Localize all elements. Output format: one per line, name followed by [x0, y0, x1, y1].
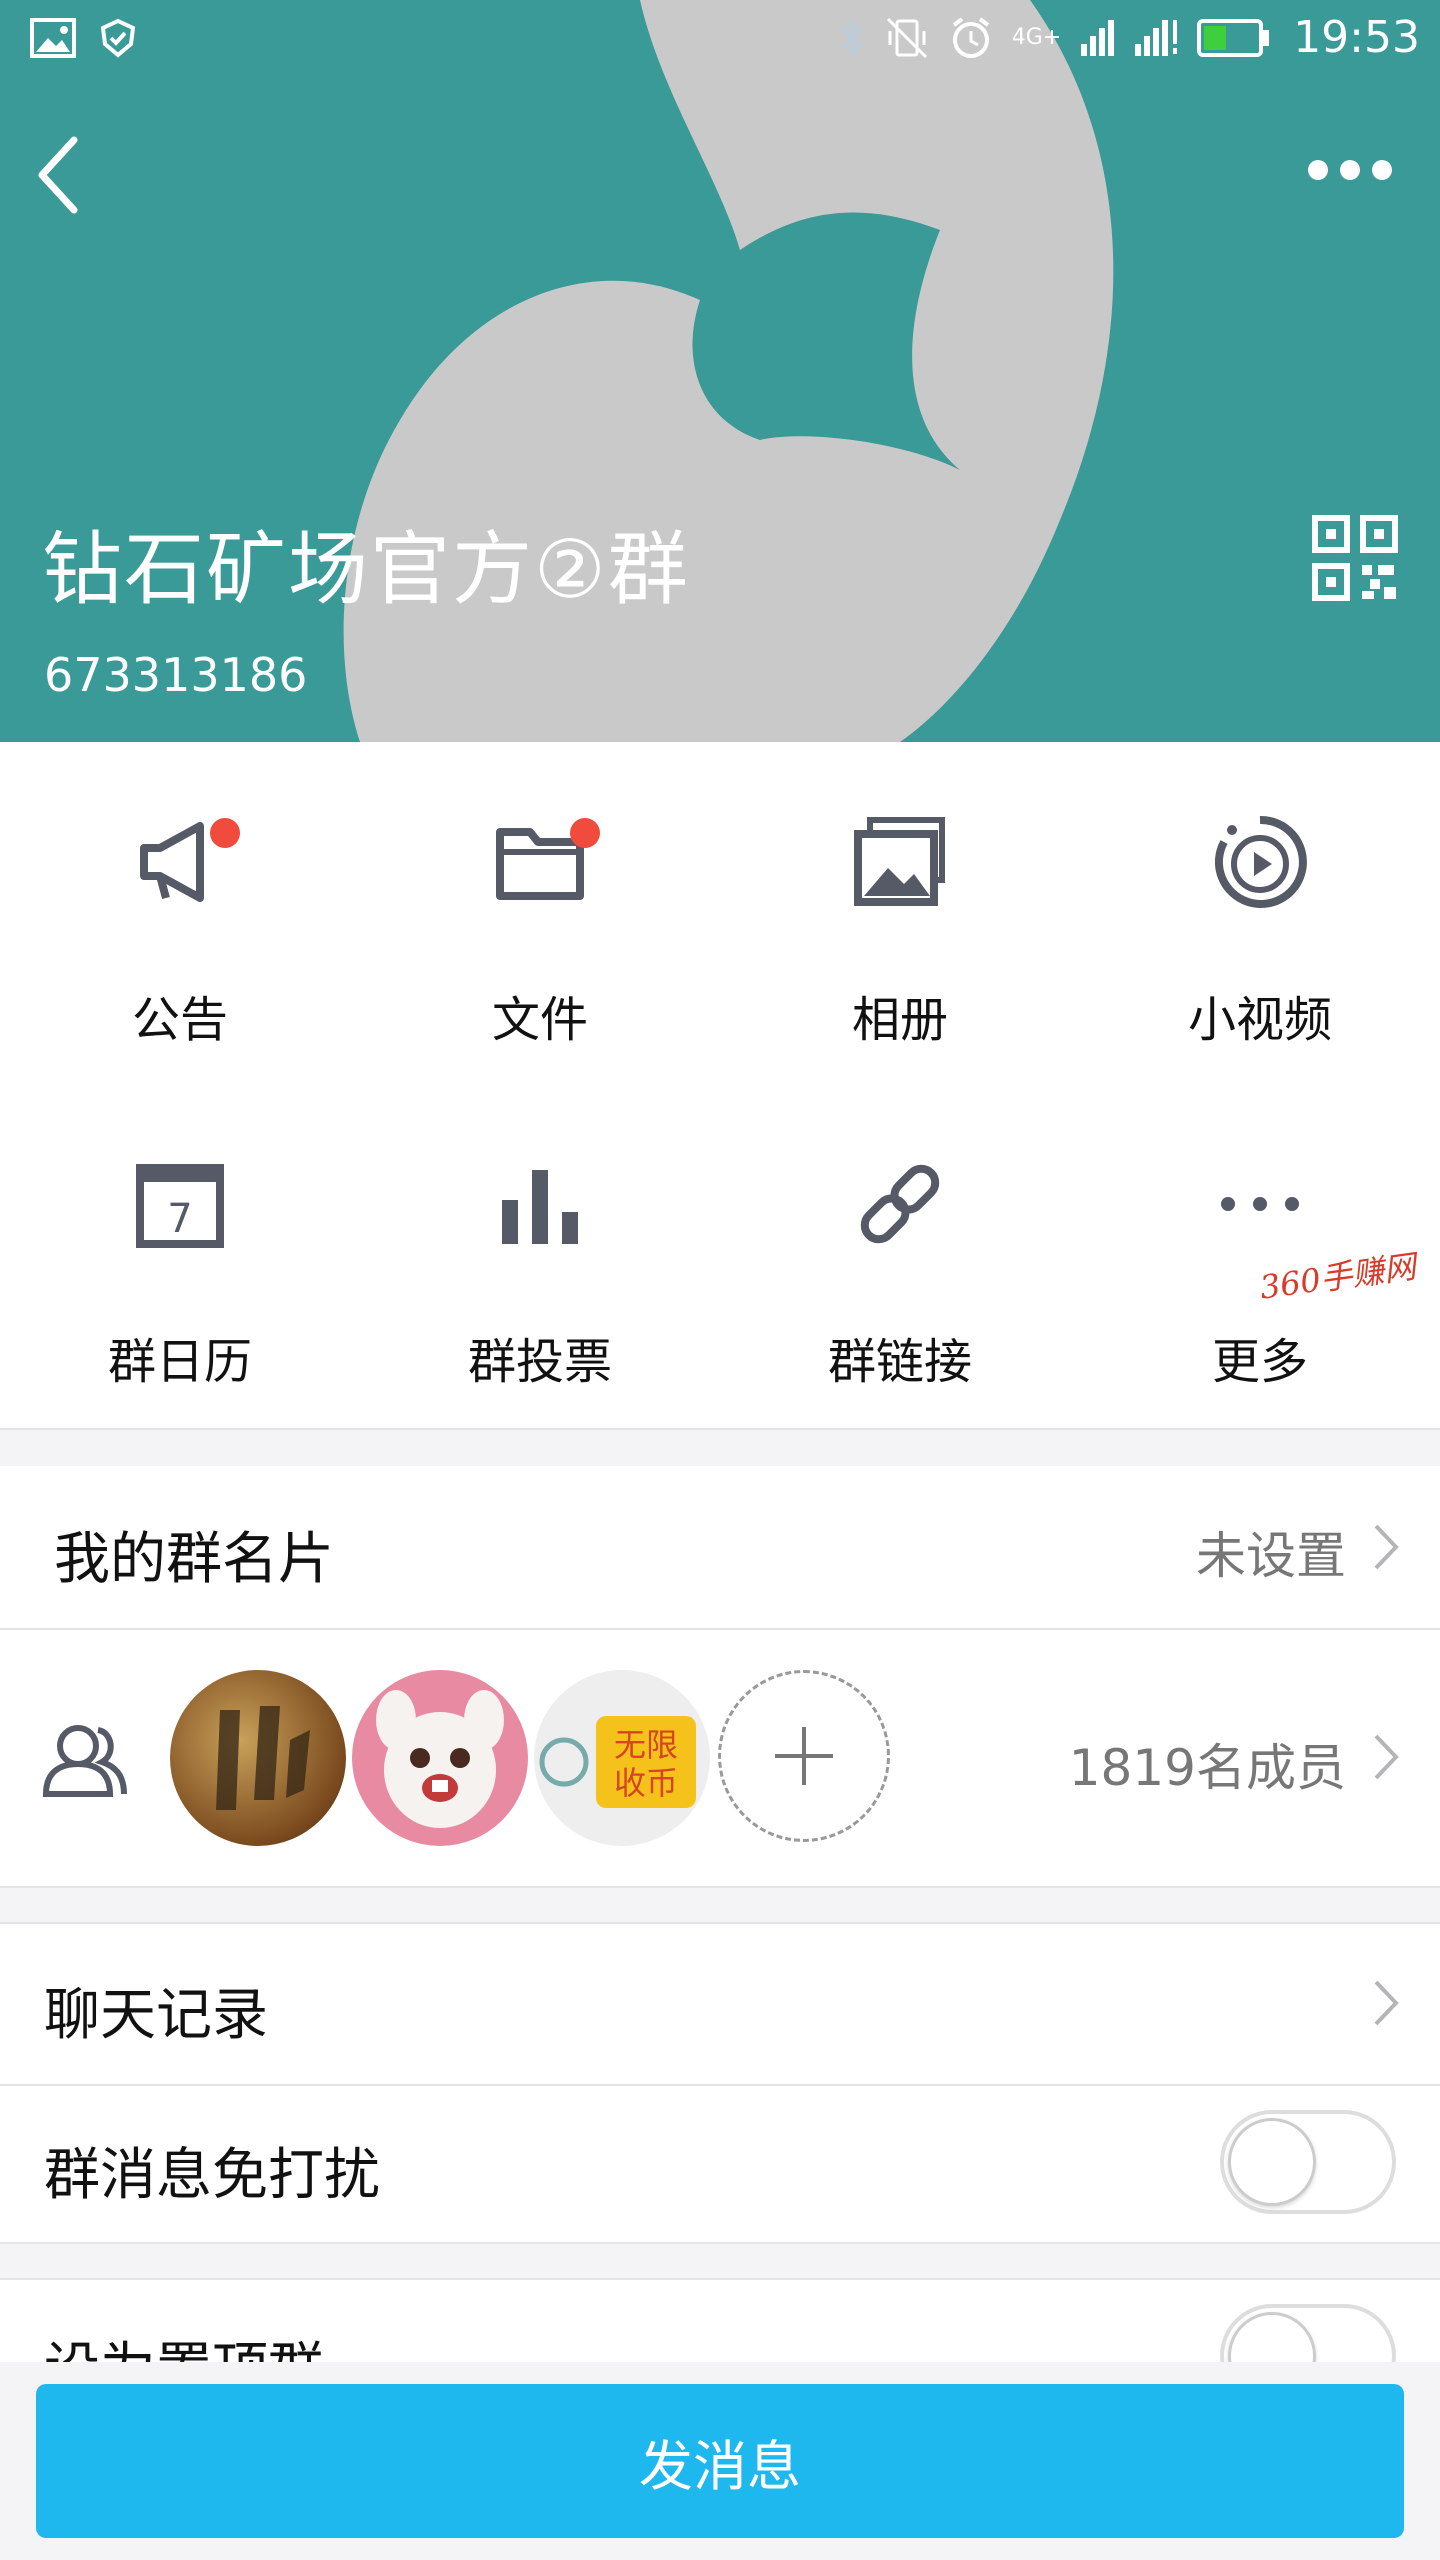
calendar-icon: 7 — [136, 1164, 224, 1248]
rabbit-avatar-image — [376, 1690, 504, 1828]
clock: 19:53 — [1293, 12, 1420, 63]
group-id: 673313186 — [44, 648, 308, 702]
mute-label: 群消息免打扰 — [44, 2143, 380, 2208]
calendar-day: 7 — [167, 1196, 192, 1242]
feature-label: 群日历 — [107, 1334, 252, 1390]
feature-label: 更多 — [1211, 1334, 1308, 1390]
feature-group-vote[interactable]: 群投票 — [360, 1084, 720, 1390]
divider — [0, 1428, 1440, 1430]
feature-label: 公告 — [131, 992, 228, 1048]
vote-icon — [502, 1170, 578, 1244]
shield-notification-icon — [100, 18, 136, 58]
network-type: 4G+ — [1011, 25, 1062, 50]
group-avatar-flame-image — [343, 0, 1114, 742]
files-badge — [570, 818, 600, 848]
feature-album[interactable]: 相册 — [720, 742, 1080, 1048]
group-card-label: 我的群名片 — [54, 1527, 334, 1592]
chat-history-row[interactable]: 聊天记录 — [0, 1924, 1440, 2084]
divider — [0, 2242, 1440, 2244]
plus-icon — [775, 1727, 833, 1785]
group-name: 钻石矿场官方②群 — [42, 523, 690, 616]
feature-label: 文件 — [491, 992, 588, 1048]
battery-icon — [1197, 18, 1270, 57]
member-count: 1819名成员 — [1068, 1739, 1346, 1797]
members-row[interactable]: 无限 收币 1819名成员 — [0, 1630, 1440, 1886]
member-avatar-3-image: 无限收币 — [539, 1716, 696, 1808]
announcement-badge — [210, 818, 240, 848]
signal-icon-2 — [1135, 19, 1178, 56]
image-notification-icon — [30, 18, 76, 58]
feature-more[interactable]: 更多 — [1080, 1084, 1440, 1390]
status-bar: 4G+ 19:53 — [0, 0, 1440, 84]
chevron-right-icon — [1374, 1980, 1399, 2026]
feature-grid: 公告 文件 相册 小视频 7 群日历 群投票 群链接 更多 — [0, 742, 1440, 1428]
chevron-right-icon — [1374, 1734, 1399, 1780]
member-avatar-1[interactable] — [170, 1670, 346, 1846]
feature-group-calendar[interactable]: 7 群日历 — [0, 1084, 360, 1390]
feature-label: 群链接 — [827, 1334, 972, 1390]
video-icon — [1214, 815, 1307, 908]
divider — [0, 1886, 1440, 1888]
feature-label: 群投票 — [467, 1334, 612, 1390]
link-icon — [860, 1164, 940, 1244]
mute-row: 群消息免打扰 — [0, 2086, 1440, 2242]
feature-label: 相册 — [851, 992, 948, 1048]
signal-icon — [1081, 19, 1115, 56]
feature-short-video[interactable]: 小视频 — [1080, 742, 1440, 1048]
more-options-button[interactable] — [1300, 150, 1400, 190]
group-card-value: 未设置 — [1196, 1527, 1346, 1585]
members-icon — [42, 1725, 127, 1797]
send-message-button[interactable]: 发消息 — [36, 2384, 1404, 2538]
toggle-knob — [1228, 2118, 1316, 2206]
svg-text:收币: 收币 — [614, 1764, 678, 1802]
group-header: 4G+ 19:53 钻石矿场官方②群 673313186 — [0, 0, 1440, 742]
my-group-card-row[interactable]: 我的群名片 未设置 — [0, 1466, 1440, 1628]
alarm-icon — [952, 16, 989, 58]
more-dots-icon — [1221, 1197, 1299, 1211]
mute-toggle[interactable] — [1220, 2110, 1396, 2214]
svg-text:无限: 无限 — [614, 1726, 678, 1764]
vibrate-off-icon — [886, 17, 927, 58]
chat-history-label: 聊天记录 — [44, 1983, 268, 2048]
bluetooth-icon — [840, 18, 862, 57]
member-avatar-1-image — [216, 1706, 310, 1810]
album-icon — [854, 817, 945, 906]
feature-announcement[interactable]: 公告 — [0, 742, 360, 1048]
feature-files[interactable]: 文件 — [360, 742, 720, 1048]
add-member-button[interactable] — [718, 1670, 890, 1842]
feature-group-link[interactable]: 群链接 — [720, 1084, 1080, 1390]
member-avatar-3[interactable]: 无限 收币 — [534, 1670, 710, 1846]
back-button[interactable] — [28, 130, 98, 220]
qr-code-button[interactable] — [1312, 515, 1398, 601]
chevron-right-icon — [1374, 1524, 1399, 1570]
feature-label: 小视频 — [1187, 992, 1332, 1048]
member-avatar-2[interactable] — [352, 1670, 528, 1846]
